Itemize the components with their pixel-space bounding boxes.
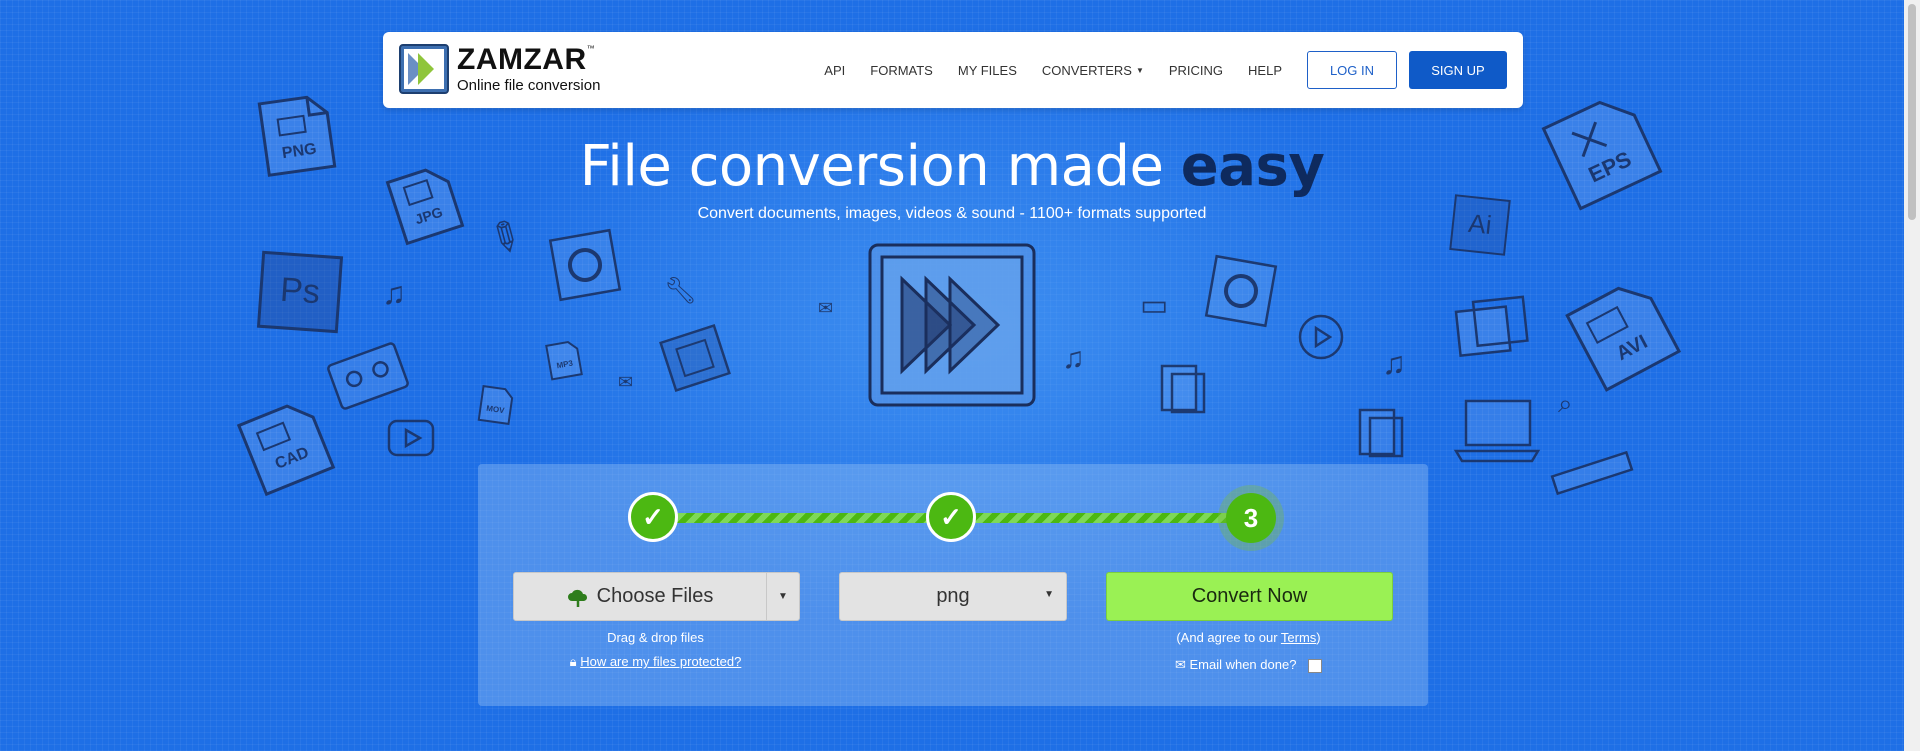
wrench-doodle-icon: 🔧︎: [664, 275, 698, 305]
nav-formats[interactable]: FORMATS: [870, 63, 933, 78]
picture-doodle-icon: [1451, 292, 1537, 366]
email-when-done-checkbox[interactable]: [1308, 658, 1323, 673]
ps-label: Ps: [278, 270, 322, 312]
hero-title-start: File conversion made: [579, 134, 1181, 199]
envelope-doodle-icon: ✉: [818, 298, 834, 318]
nav-pricing[interactable]: PRICING: [1169, 63, 1223, 78]
hero-subtitle: Convert documents, images, videos & soun…: [697, 205, 1207, 222]
logo-mark-icon: [399, 44, 449, 94]
photoshop-doodle-icon: Ps: [255, 249, 344, 335]
film-strip-doodle-icon: [657, 322, 733, 394]
music-note-doodle-icon: ♫: [1062, 342, 1085, 375]
files-protected-link[interactable]: How are my files protected?: [580, 654, 741, 669]
envelope-icon: ✉: [1174, 657, 1186, 672]
logo-trademark: ™: [586, 44, 596, 53]
terms-note: (And agree to our Terms): [1106, 630, 1391, 645]
mov-file-doodle-icon: MOV: [475, 383, 516, 428]
main-nav: API FORMATS MY FILES CONVERTERS ▼ PRICING…: [799, 51, 1507, 89]
nav-api[interactable]: API: [824, 63, 845, 78]
logo-tagline: Online file conversion: [457, 77, 601, 94]
clipboard-doodle-icon: [1356, 402, 1406, 458]
top-navbar: ZAMZAR™ Online file conversion API FORMA…: [383, 32, 1523, 108]
choose-files-dropdown-toggle[interactable]: ▼: [766, 573, 799, 620]
step-3-current: 3: [1226, 493, 1276, 543]
caret-down-icon: ▼: [778, 591, 788, 602]
choose-files-button-group: Choose Files ▼: [513, 572, 800, 621]
signup-button[interactable]: SIGN UP: [1409, 51, 1507, 89]
hero-title-emphasis: easy: [1180, 134, 1325, 199]
nav-converters-label: CONVERTERS: [1041, 62, 1132, 78]
music-note-doodle-icon: ♫: [1382, 345, 1406, 381]
lock-icon: 🔒︎: [569, 654, 577, 669]
play-button-doodle-icon: [386, 418, 436, 458]
email-when-done-label: Email when done?: [1189, 657, 1297, 672]
agree-prefix: (And agree to our: [1176, 630, 1281, 645]
play-circle-doodle-icon: [1296, 312, 1346, 362]
login-button[interactable]: LOG IN: [1307, 51, 1397, 89]
magnifier-doodle-icon: ⌕: [1558, 388, 1573, 418]
ruler-doodle-icon: [1547, 446, 1636, 500]
format-select[interactable]: png ▼: [839, 572, 1067, 621]
clipboard-doodle-icon: [1158, 358, 1208, 414]
mp3-file-doodle-icon: MP3: [543, 337, 585, 383]
cad-file-doodle-icon: CAD: [234, 393, 341, 500]
files-protected-row: 🔒︎ How are my files protected?: [513, 654, 798, 670]
agree-suffix: ): [1316, 630, 1321, 645]
laptop-doodle-icon: [1452, 395, 1542, 465]
choose-files-label: Choose Files: [596, 585, 714, 607]
scrollbar-thumb[interactable]: [1908, 4, 1916, 220]
convert-now-button[interactable]: Convert Now: [1106, 572, 1393, 621]
refresh-doodle-icon: [547, 227, 623, 303]
step-1-complete-icon: ✓: [628, 492, 678, 542]
cassette-doodle-icon: [323, 339, 412, 414]
terms-link[interactable]: Terms: [1281, 630, 1316, 645]
caret-down-icon: ▼: [1135, 65, 1144, 75]
hero-title: File conversion made easy: [0, 134, 1904, 199]
envelope-doodle-icon: ✉: [618, 372, 634, 392]
avi-file-doodle-icon: AVI: [1559, 268, 1689, 398]
folder-doodle-icon: ▭: [1140, 289, 1169, 322]
nav-my-files[interactable]: MY FILES: [958, 63, 1017, 78]
page-scrollbar[interactable]: [1904, 0, 1920, 751]
nav-help[interactable]: HELP: [1248, 63, 1282, 78]
illustrator-doodle-icon: Ai: [1447, 192, 1513, 258]
zamzar-logo[interactable]: ZAMZAR™ Online file conversion: [399, 44, 600, 94]
format-select-value: png: [936, 585, 970, 607]
music-note-doodle-icon: ♫: [382, 275, 406, 311]
nav-converters[interactable]: CONVERTERS ▼: [1042, 63, 1144, 78]
refresh-doodle-icon: [1203, 253, 1279, 329]
logo-name: ZAMZAR: [457, 43, 587, 76]
email-when-done-row: ✉ Email when done?: [1106, 657, 1391, 673]
drag-drop-hint: Drag & drop files: [607, 630, 704, 645]
cloud-upload-icon: [567, 589, 587, 607]
step-2-complete-icon: ✓: [926, 492, 976, 542]
choose-files-button[interactable]: Choose Files: [514, 573, 766, 620]
fast-forward-illustration: [866, 241, 1038, 414]
caret-down-icon: ▼: [1044, 589, 1054, 600]
